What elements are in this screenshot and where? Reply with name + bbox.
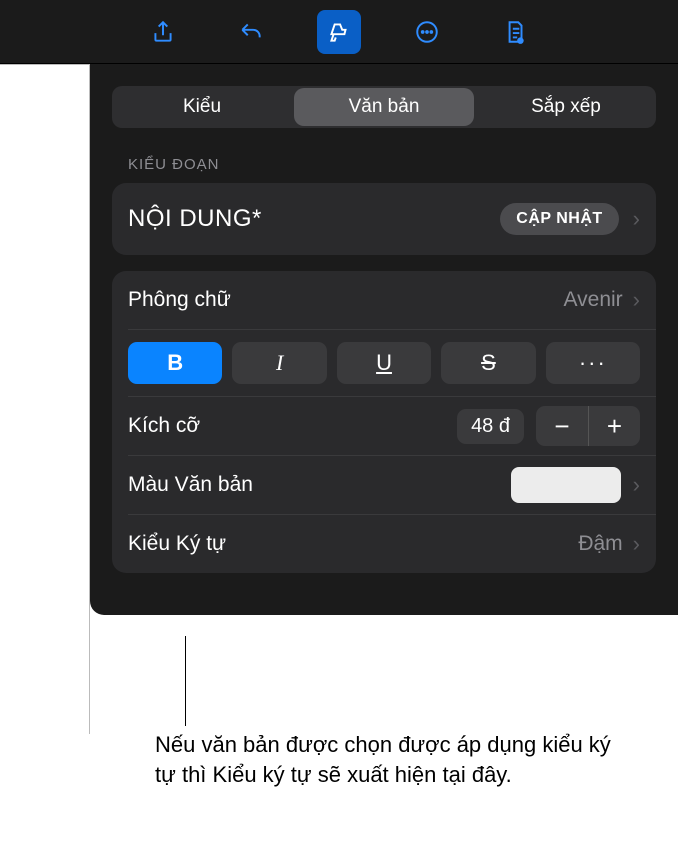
tab-style[interactable]: Kiểu <box>112 86 292 128</box>
size-row: Kích cỡ 48 đ − + <box>128 397 656 455</box>
more-button[interactable] <box>405 10 449 54</box>
size-decrease-button[interactable]: − <box>536 406 588 446</box>
app-window: Kiểu Văn bản Sắp xếp KIỂU ĐOẠN NỘI DUNG*… <box>0 0 678 64</box>
text-color-swatch[interactable] <box>511 467 621 503</box>
callout-leader-line <box>185 636 186 726</box>
paragraph-style-name: NỘI DUNG* <box>128 205 500 233</box>
size-label: Kích cỡ <box>128 414 457 438</box>
tab-arrange[interactable]: Sắp xếp <box>476 86 656 128</box>
font-label: Phông chữ <box>128 288 564 312</box>
text-options-card: Phông chữ Avenir › B I U S ··· Kích cỡ 4… <box>112 271 656 573</box>
callout-text: Nếu văn bản được chọn được áp dụng kiểu … <box>155 700 625 789</box>
paragraph-style-label: KIỂU ĐOẠN <box>128 156 656 173</box>
undo-button[interactable] <box>229 10 273 54</box>
document-canvas[interactable] <box>0 64 90 734</box>
paragraph-style-card: NỘI DUNG* CẬP NHẬT › <box>112 183 656 255</box>
paragraph-style-row[interactable]: NỘI DUNG* CẬP NHẬT › <box>112 183 656 255</box>
character-style-label: Kiểu Ký tự <box>128 532 578 556</box>
underline-button[interactable]: U <box>337 342 431 384</box>
size-stepper: − + <box>536 406 640 446</box>
tab-text[interactable]: Văn bản <box>294 88 474 126</box>
character-style-row[interactable]: Kiểu Ký tự Đậm › <box>128 515 656 573</box>
text-color-label: Màu Văn bản <box>128 473 511 497</box>
font-value: Avenir <box>564 288 623 312</box>
panel-tabs: Kiểu Văn bản Sắp xếp <box>112 86 656 128</box>
bold-button[interactable]: B <box>128 342 222 384</box>
chevron-right-icon: › <box>633 531 640 557</box>
character-style-value: Đậm <box>578 532 622 556</box>
more-styles-button[interactable]: ··· <box>546 342 640 384</box>
format-panel: Kiểu Văn bản Sắp xếp KIỂU ĐOẠN NỘI DUNG*… <box>90 64 678 615</box>
chevron-right-icon: › <box>633 206 640 232</box>
size-increase-button[interactable]: + <box>588 406 640 446</box>
format-button[interactable] <box>317 10 361 54</box>
document-options-button[interactable] <box>493 10 537 54</box>
text-style-buttons: B I U S ··· <box>128 329 656 396</box>
update-style-button[interactable]: CẬP NHẬT <box>500 203 618 235</box>
callout: Nếu văn bản được chọn được áp dụng kiểu … <box>155 700 625 789</box>
chevron-right-icon: › <box>633 472 640 498</box>
size-value[interactable]: 48 đ <box>457 409 524 444</box>
font-row[interactable]: Phông chữ Avenir › <box>112 271 656 329</box>
italic-button[interactable]: I <box>232 342 326 384</box>
strikethrough-button[interactable]: S <box>441 342 535 384</box>
text-color-row[interactable]: Màu Văn bản › <box>128 456 656 514</box>
toolbar <box>0 0 678 64</box>
share-button[interactable] <box>141 10 185 54</box>
chevron-right-icon: › <box>633 287 640 313</box>
